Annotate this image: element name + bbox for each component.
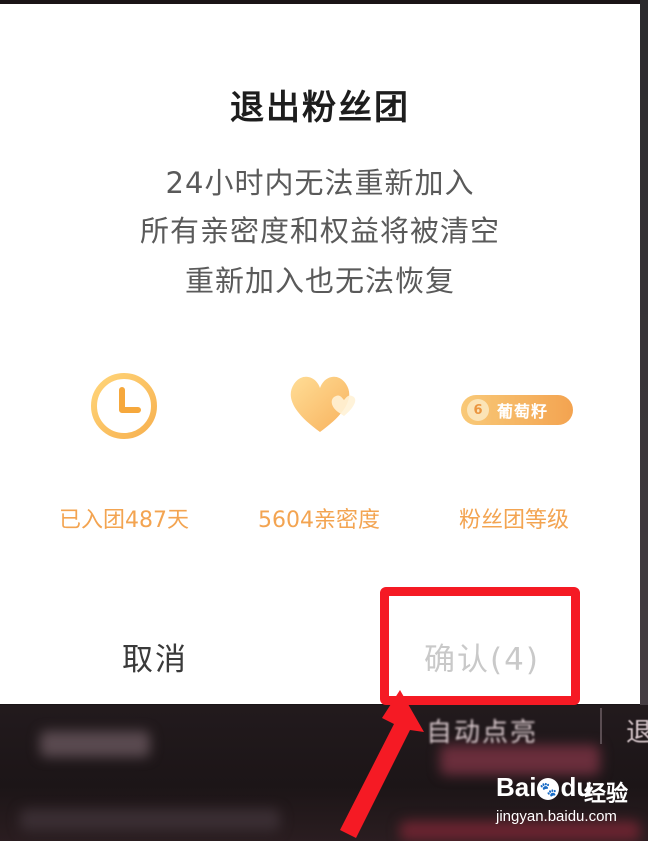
description-line-3: 重新加入也无法恢复 xyxy=(184,264,455,298)
days-joined-label: 已入团487天 xyxy=(59,508,189,533)
fan-level-badge-icon: 6 葡萄籽 xyxy=(458,360,576,460)
blurred-item xyxy=(40,731,150,757)
blurred-item xyxy=(20,809,280,831)
paw-icon: 🐾 xyxy=(537,778,560,801)
watermark-brand: Bai 🐾 du xyxy=(496,772,593,802)
description-line-1: 24小时内无法重新加入 xyxy=(165,166,475,200)
watermark-cn: 经验 xyxy=(584,782,629,807)
clock-icon xyxy=(74,356,174,456)
fan-level-label: 粉丝团等级 xyxy=(458,508,569,533)
description-line-2: 所有亲密度和权益将被清空 xyxy=(139,214,500,248)
bottom-divider xyxy=(600,708,602,744)
auto-light-button[interactable]: 自动点亮 xyxy=(426,712,538,749)
baidu-watermark: Bai 🐾 du 经验 jingyan.baidu.com xyxy=(492,770,642,832)
dialog-title: 退出粉丝团 xyxy=(230,88,410,128)
exit-button-partial[interactable]: 退 xyxy=(626,712,648,749)
badge-text: 葡萄籽 xyxy=(497,402,549,421)
intimacy-label: 5604亲密度 xyxy=(258,508,380,533)
heart-icon xyxy=(270,354,370,454)
cancel-button[interactable]: 取消 xyxy=(122,634,188,679)
red-arrow-icon xyxy=(340,690,424,838)
watermark-url: jingyan.baidu.com xyxy=(496,808,617,825)
badge-level-number: 6 xyxy=(467,399,489,421)
